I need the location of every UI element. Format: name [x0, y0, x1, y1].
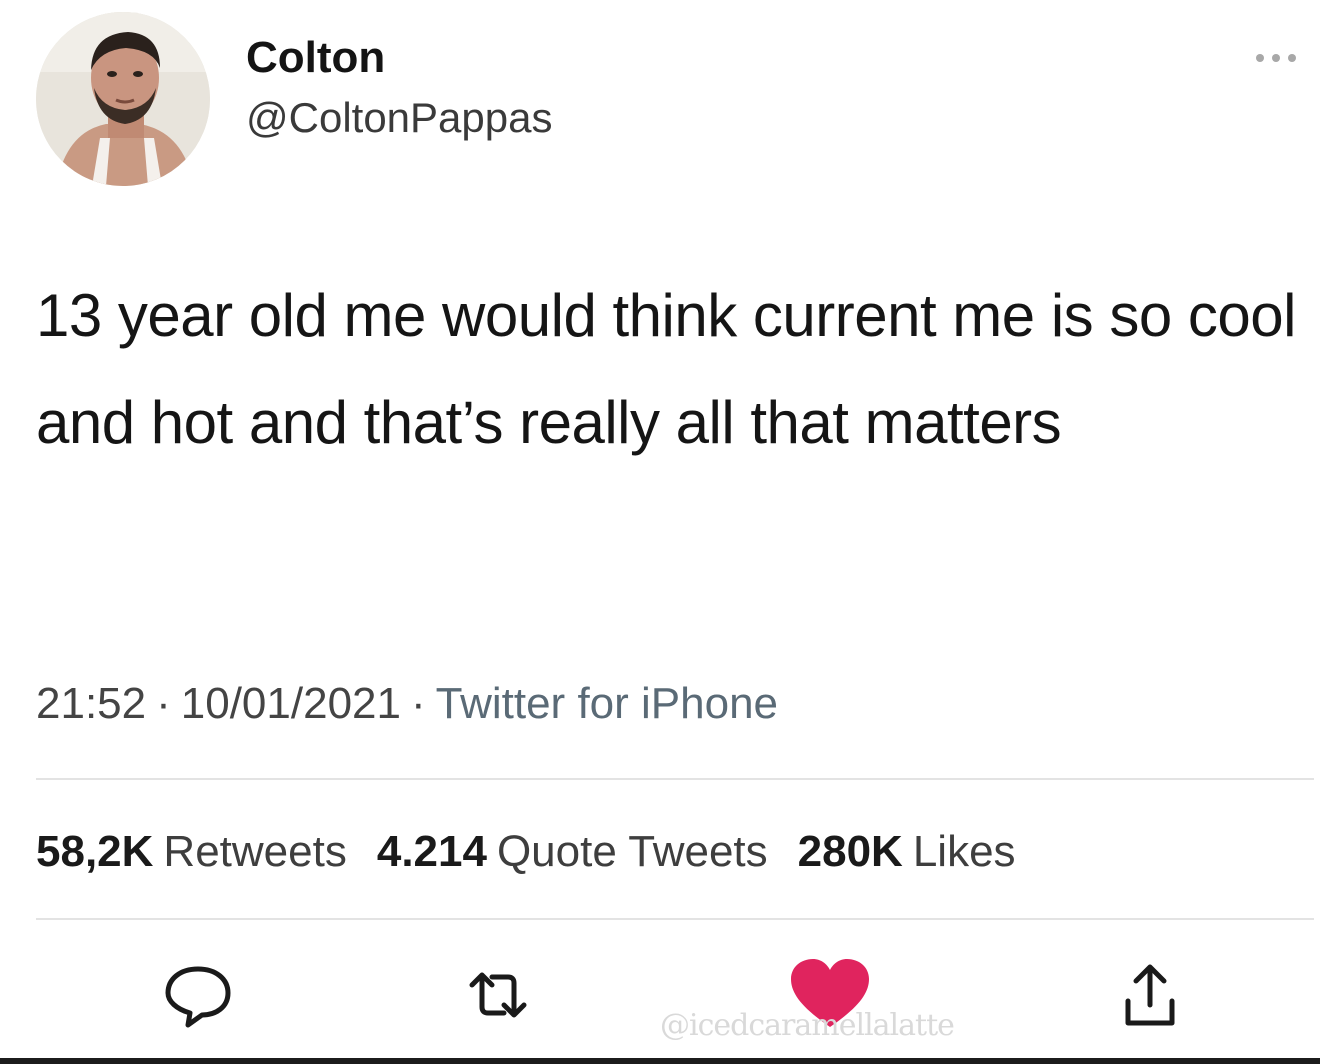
likes-stat[interactable]: 280K Likes: [798, 827, 1016, 876]
tweet-date[interactable]: 10/01/2021: [181, 679, 401, 728]
likes-count: 280K: [797, 827, 903, 876]
tweet-stats: 58,2K Retweets 4.214 Quote Tweets 280K Likes: [36, 824, 1046, 880]
more-dot: [1288, 54, 1296, 62]
quote-tweets-count: 4.214: [376, 827, 487, 876]
tweet-meta: 21:52 · 10/01/2021 · Twitter for iPhone: [36, 676, 778, 732]
quote-tweets-stat[interactable]: 4.214 Quote Tweets: [377, 827, 768, 876]
tweet-card: Colton @ColtonPappas 13 year old me woul…: [0, 0, 1320, 1064]
avatar[interactable]: [36, 12, 210, 186]
meta-separator: ·: [410, 679, 426, 728]
tweet-source[interactable]: Twitter for iPhone: [436, 679, 778, 728]
retweet-icon: [469, 972, 527, 1018]
likes-label: Likes: [912, 827, 1016, 876]
share-icon: [1125, 964, 1175, 1026]
divider: [36, 778, 1314, 780]
quote-tweets-label: Quote Tweets: [496, 827, 768, 876]
more-dot: [1256, 54, 1264, 62]
retweet-button[interactable]: [448, 955, 548, 1045]
divider: [36, 918, 1314, 920]
meta-separator: ·: [156, 679, 171, 728]
user-handle[interactable]: @ColtonPappas: [246, 92, 553, 144]
retweets-label: Retweets: [163, 827, 347, 876]
share-button[interactable]: [1100, 955, 1200, 1045]
display-name[interactable]: Colton: [246, 32, 385, 84]
watermark: @icedcaramellalatte: [660, 1008, 955, 1043]
more-options-icon[interactable]: [1246, 48, 1306, 68]
tweet-text: 13 year old me would think current me is…: [36, 282, 1296, 456]
retweets-stat[interactable]: 58,2K Retweets: [36, 827, 347, 876]
tweet-time[interactable]: 21:52: [36, 679, 146, 728]
profile-photo: [36, 12, 210, 186]
retweets-count: 58,2K: [36, 827, 154, 876]
more-dot: [1272, 54, 1280, 62]
reply-button[interactable]: [148, 955, 248, 1045]
bottom-edge: [0, 1058, 1320, 1064]
reply-icon: [165, 966, 231, 1028]
